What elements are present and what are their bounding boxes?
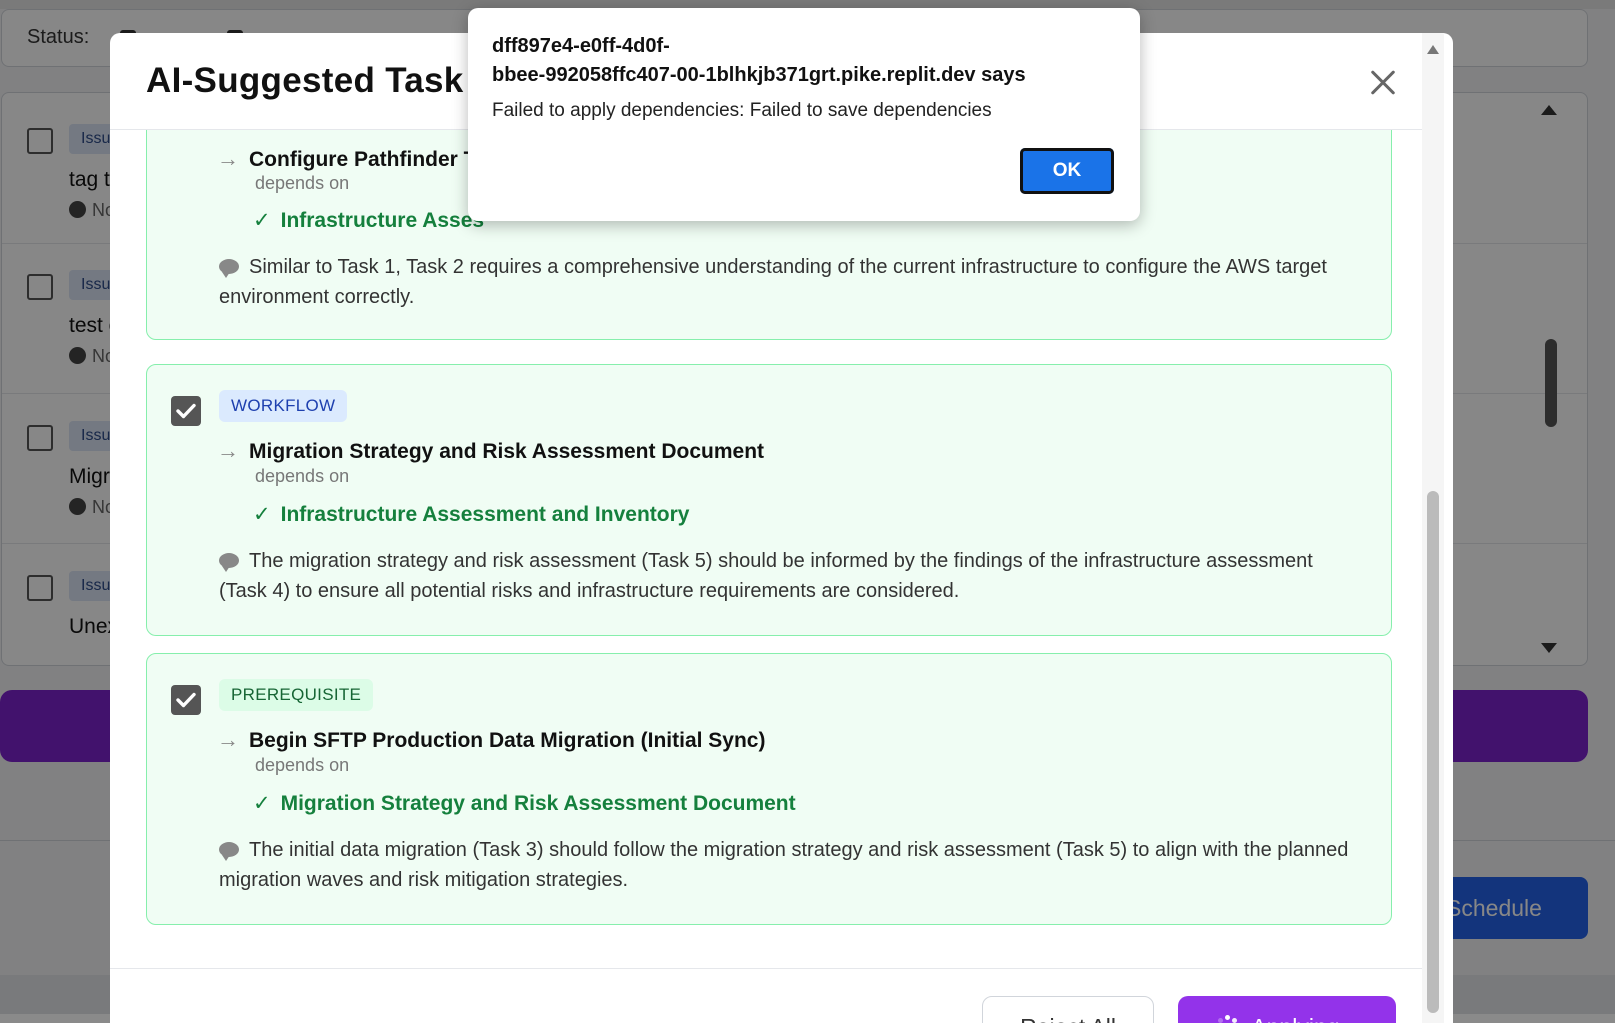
- dependency-card: WORKFLOW →Migration Strategy and Risk As…: [146, 364, 1392, 636]
- close-icon[interactable]: [1364, 63, 1404, 103]
- check-icon: ✓: [253, 503, 271, 526]
- ok-button[interactable]: OK: [1020, 148, 1114, 194]
- comment-icon: [219, 259, 239, 274]
- alert-origin-title: dff897e4-e0ff-4d0f- bbee-992058ffc407-00…: [492, 32, 1122, 90]
- type-badge: WORKFLOW: [219, 390, 347, 422]
- modal-title: AI-Suggested Task: [146, 61, 464, 101]
- arrow-right-icon: →: [217, 146, 239, 171]
- reject-all-button[interactable]: Reject All: [982, 996, 1154, 1023]
- modal-footer: Reject All Applying...: [110, 968, 1425, 1023]
- browser-alert-dialog: dff897e4-e0ff-4d0f- bbee-992058ffc407-00…: [468, 8, 1140, 221]
- arrow-right-icon: →: [217, 438, 239, 463]
- check-icon: ✓: [253, 792, 271, 815]
- alert-message: Failed to apply dependencies: Failed to …: [492, 100, 992, 122]
- loading-spinner-icon: [1215, 1015, 1239, 1023]
- dependency-task: ✓Infrastructure Assessment and Inventory: [253, 502, 689, 527]
- depends-on-label: depends on: [255, 466, 349, 487]
- depends-on-label: depends on: [255, 755, 349, 776]
- comment-icon: [219, 553, 239, 568]
- modal-scrollbar-thumb[interactable]: [1427, 491, 1439, 1013]
- depends-on-label: depends on: [255, 173, 349, 194]
- type-badge: PREREQUISITE: [219, 679, 373, 711]
- task-row: →Configure Pathfinder Ta: [217, 146, 487, 172]
- scroll-up-arrow-icon[interactable]: [1427, 45, 1439, 54]
- checkmark-icon: [176, 692, 196, 708]
- card-checkbox[interactable]: [171, 685, 201, 715]
- apply-button-label: Applying...: [1251, 1014, 1358, 1023]
- reason-text: The initial data migration (Task 3) shou…: [219, 835, 1359, 895]
- reason-text: Similar to Task 1, Task 2 requires a com…: [219, 252, 1359, 312]
- arrow-right-icon: →: [217, 727, 239, 752]
- task-row: →Begin SFTP Production Data Migration (I…: [217, 727, 765, 753]
- check-icon: ✓: [253, 209, 271, 232]
- task-row: →Migration Strategy and Risk Assessment …: [217, 438, 764, 464]
- dependency-task: ✓Infrastructure Asses: [253, 208, 484, 233]
- dependency-card: PREREQUISITE →Begin SFTP Production Data…: [146, 653, 1392, 925]
- card-checkbox[interactable]: [171, 396, 201, 426]
- checkmark-icon: [176, 403, 196, 419]
- modal-body: →Configure Pathfinder Ta depends on ✓Inf…: [110, 130, 1425, 968]
- dependency-task: ✓Migration Strategy and Risk Assessment …: [253, 791, 796, 816]
- modal-scrollbar[interactable]: [1422, 33, 1444, 1023]
- comment-icon: [219, 842, 239, 857]
- apply-button[interactable]: Applying...: [1178, 996, 1396, 1023]
- reason-text: The migration strategy and risk assessme…: [219, 546, 1359, 606]
